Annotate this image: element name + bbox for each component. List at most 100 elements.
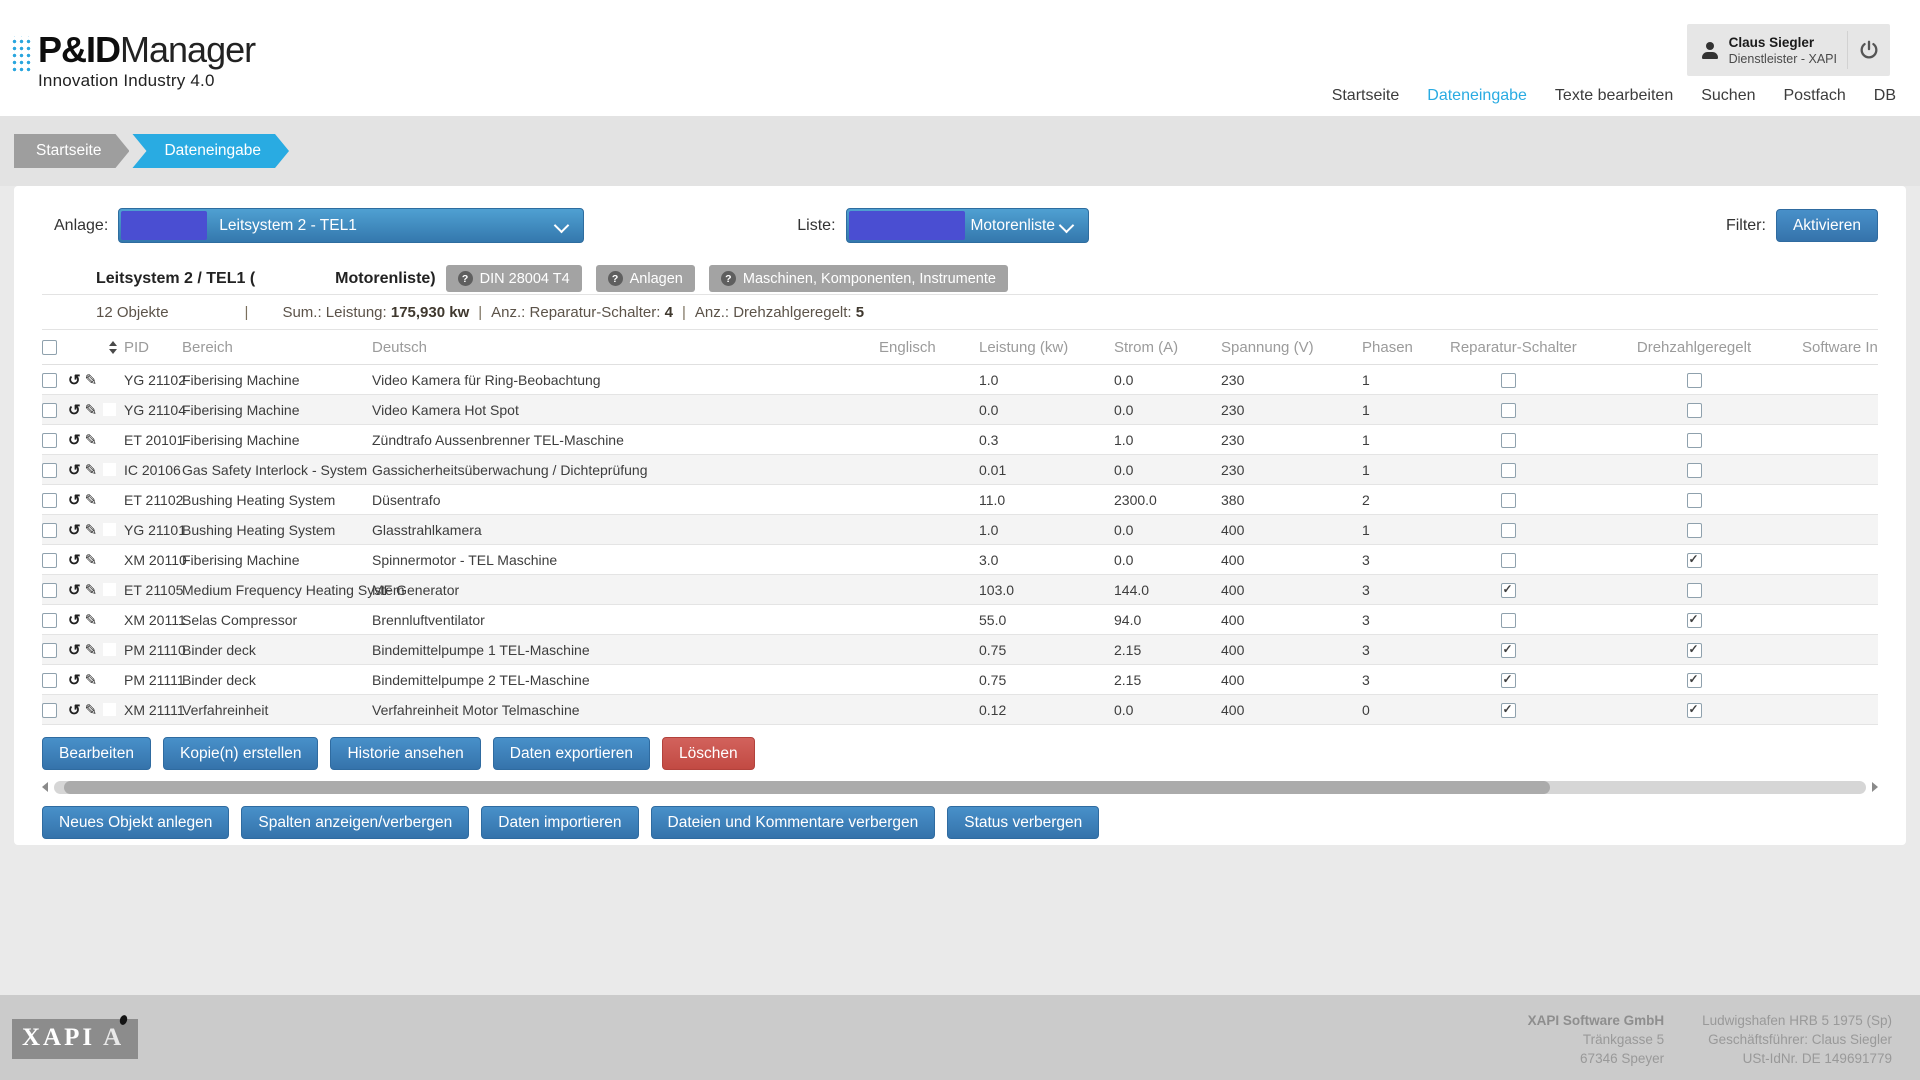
col-header-drehzahl[interactable]: Drehzahlgeregelt [1594, 330, 1794, 365]
drehzahlgeregelt-checkbox[interactable] [1687, 643, 1702, 658]
drehzahlgeregelt-checkbox[interactable] [1687, 463, 1702, 478]
sort-icon[interactable] [109, 341, 117, 354]
logout-power-icon[interactable] [1858, 39, 1880, 61]
reparatur-schalter-checkbox[interactable] [1501, 373, 1516, 388]
edit-pencil-icon[interactable]: ✎ [85, 521, 98, 539]
scrollbar-track[interactable] [54, 781, 1866, 794]
col-header-leistung[interactable]: Leistung (kw) [951, 330, 1086, 365]
bearbeiten-button[interactable]: Bearbeiten [42, 737, 151, 770]
edit-pencil-icon[interactable]: ✎ [85, 491, 98, 509]
filter-activate-button[interactable]: Aktivieren [1776, 209, 1878, 242]
row-select-checkbox[interactable] [42, 523, 57, 538]
edit-pencil-icon[interactable]: ✎ [85, 581, 98, 599]
nav-item-db[interactable]: DB [1874, 87, 1896, 105]
col-header-spannung[interactable]: Spannung (V) [1193, 330, 1334, 365]
edit-pencil-icon[interactable]: ✎ [85, 431, 98, 449]
col-header-deutsch[interactable]: Deutsch [368, 330, 879, 365]
help-badge-din-28004-t4[interactable]: ?DIN 28004 T4 [446, 265, 582, 292]
nav-item-suchen[interactable]: Suchen [1701, 87, 1755, 105]
scroll-right-icon[interactable] [1872, 782, 1878, 792]
spalten-anzeigen-verbergen-button[interactable]: Spalten anzeigen/verbergen [241, 806, 469, 839]
history-icon[interactable]: ↺ [68, 701, 81, 719]
select-all-checkbox[interactable] [42, 340, 57, 355]
col-header-software[interactable]: Software Infor [1794, 330, 1878, 365]
reparatur-schalter-checkbox[interactable] [1501, 643, 1516, 658]
breadcrumb-startseite[interactable]: Startseite [14, 134, 129, 168]
reparatur-schalter-checkbox[interactable] [1501, 673, 1516, 688]
row-select-checkbox[interactable] [42, 553, 57, 568]
nav-item-startseite[interactable]: Startseite [1332, 87, 1400, 105]
edit-pencil-icon[interactable]: ✎ [85, 611, 98, 629]
col-header-pid[interactable]: PID [120, 330, 178, 365]
history-icon[interactable]: ↺ [68, 371, 81, 389]
row-select-checkbox[interactable] [42, 463, 57, 478]
drehzahlgeregelt-checkbox[interactable] [1687, 613, 1702, 628]
daten-importieren-button[interactable]: Daten importieren [481, 806, 638, 839]
drehzahlgeregelt-checkbox[interactable] [1687, 373, 1702, 388]
reparatur-schalter-checkbox[interactable] [1501, 433, 1516, 448]
status-verbergen-button[interactable]: Status verbergen [947, 806, 1099, 839]
reparatur-schalter-checkbox[interactable] [1501, 703, 1516, 718]
col-header-englisch[interactable]: Englisch [879, 330, 951, 365]
breadcrumb-dateneingabe[interactable]: Dateneingabe [132, 134, 289, 168]
drehzahlgeregelt-checkbox[interactable] [1687, 553, 1702, 568]
history-icon[interactable]: ↺ [68, 581, 81, 599]
nav-item-texte-bearbeiten[interactable]: Texte bearbeiten [1555, 87, 1673, 105]
help-badge-anlagen[interactable]: ?Anlagen [596, 265, 695, 292]
row-select-checkbox[interactable] [42, 703, 57, 718]
row-select-checkbox[interactable] [42, 493, 57, 508]
neues-objekt-anlegen-button[interactable]: Neues Objekt anlegen [42, 806, 229, 839]
col-header-strom[interactable]: Strom (A) [1086, 330, 1193, 365]
reparatur-schalter-checkbox[interactable] [1501, 613, 1516, 628]
reparatur-schalter-checkbox[interactable] [1501, 403, 1516, 418]
history-icon[interactable]: ↺ [68, 401, 81, 419]
historie-ansehen-button[interactable]: Historie ansehen [330, 737, 480, 770]
reparatur-schalter-checkbox[interactable] [1501, 523, 1516, 538]
edit-pencil-icon[interactable]: ✎ [85, 401, 98, 419]
col-header-reparatur[interactable]: Reparatur-Schalter [1422, 330, 1594, 365]
row-select-checkbox[interactable] [42, 373, 57, 388]
help-badge-maschinen-komponenten-instrumente[interactable]: ?Maschinen, Komponenten, Instrumente [709, 265, 1008, 292]
row-select-checkbox[interactable] [42, 673, 57, 688]
history-icon[interactable]: ↺ [68, 491, 81, 509]
horizontal-scrollbar[interactable] [42, 780, 1878, 794]
nav-item-postfach[interactable]: Postfach [1784, 87, 1846, 105]
drehzahlgeregelt-checkbox[interactable] [1687, 403, 1702, 418]
edit-pencil-icon[interactable]: ✎ [85, 671, 98, 689]
daten-exportieren-button[interactable]: Daten exportieren [493, 737, 650, 770]
history-icon[interactable]: ↺ [68, 461, 81, 479]
edit-pencil-icon[interactable]: ✎ [85, 641, 98, 659]
edit-pencil-icon[interactable]: ✎ [85, 461, 98, 479]
drehzahlgeregelt-checkbox[interactable] [1687, 583, 1702, 598]
drehzahlgeregelt-checkbox[interactable] [1687, 703, 1702, 718]
edit-pencil-icon[interactable]: ✎ [85, 371, 98, 389]
history-icon[interactable]: ↺ [68, 671, 81, 689]
history-icon[interactable]: ↺ [68, 521, 81, 539]
history-icon[interactable]: ↺ [68, 611, 81, 629]
row-select-checkbox[interactable] [42, 613, 57, 628]
row-select-checkbox[interactable] [42, 433, 57, 448]
liste-select[interactable]: Motorenliste [846, 208, 1089, 243]
drehzahlgeregelt-checkbox[interactable] [1687, 523, 1702, 538]
user-box[interactable]: Claus Siegler Dienstleister - XAPI [1687, 24, 1890, 76]
reparatur-schalter-checkbox[interactable] [1501, 493, 1516, 508]
drehzahlgeregelt-checkbox[interactable] [1687, 673, 1702, 688]
row-select-checkbox[interactable] [42, 583, 57, 598]
reparatur-schalter-checkbox[interactable] [1501, 463, 1516, 478]
row-select-checkbox[interactable] [42, 403, 57, 418]
scrollbar-thumb[interactable] [64, 781, 1550, 794]
löschen-button[interactable]: Löschen [662, 737, 755, 770]
nav-item-dateneingabe[interactable]: Dateneingabe [1427, 87, 1527, 105]
anlage-select[interactable]: Leitsystem 2 - TEL1 [118, 208, 584, 243]
kopie-n-erstellen-button[interactable]: Kopie(n) erstellen [163, 737, 318, 770]
drehzahlgeregelt-checkbox[interactable] [1687, 433, 1702, 448]
col-header-phasen[interactable]: Phasen [1334, 330, 1422, 365]
edit-pencil-icon[interactable]: ✎ [85, 701, 98, 719]
history-icon[interactable]: ↺ [68, 551, 81, 569]
scroll-left-icon[interactable] [42, 782, 48, 792]
history-icon[interactable]: ↺ [68, 431, 81, 449]
drehzahlgeregelt-checkbox[interactable] [1687, 493, 1702, 508]
history-icon[interactable]: ↺ [68, 641, 81, 659]
dateien-und-kommentare-verbergen-button[interactable]: Dateien und Kommentare verbergen [651, 806, 936, 839]
reparatur-schalter-checkbox[interactable] [1501, 583, 1516, 598]
